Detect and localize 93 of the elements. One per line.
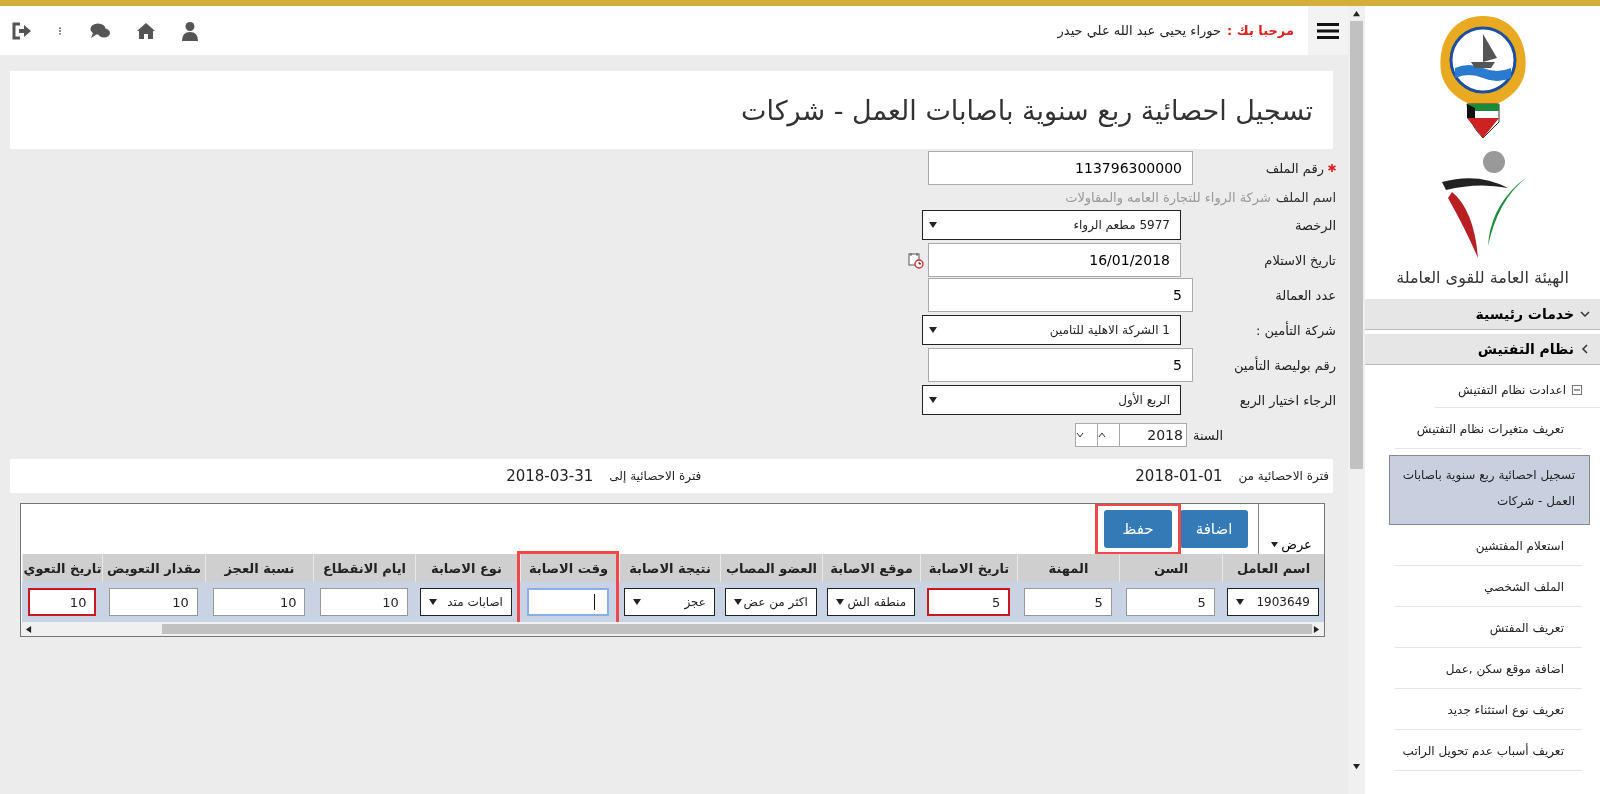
table-input[interactable]: 10	[320, 588, 408, 616]
chevron-down-icon	[1075, 431, 1084, 439]
menu-item[interactable]: تسجيل احصائية ربع سنوية باصابات العمل - شركات	[1389, 455, 1590, 525]
scroll-up-icon	[1353, 10, 1360, 17]
table-input[interactable]	[526, 588, 610, 616]
table-dropdown[interactable]: اصابات متد	[420, 588, 512, 616]
field-label: عدد العمالة	[1274, 287, 1337, 303]
year-spinner[interactable]: 2018	[1074, 423, 1187, 447]
dropdown-caret-icon	[633, 598, 642, 606]
spinner-up-button[interactable]	[1097, 424, 1120, 446]
greeting-label: مرحبا بك :	[1227, 23, 1294, 38]
column-header[interactable]: السن	[1119, 554, 1222, 582]
column-header[interactable]: تاريخ الاصابة	[920, 554, 1017, 582]
menu-item[interactable]: اضافة موقع سكن ,عمل	[1395, 648, 1582, 689]
horizontal-scrollbar[interactable]	[21, 622, 1324, 636]
table-dropdown[interactable]: 1903649	[1227, 588, 1319, 616]
dropdown-caret-icon	[1236, 598, 1245, 606]
dropdown-caret-icon	[929, 221, 937, 229]
table-dropdown[interactable]: عجز	[624, 588, 715, 616]
chevron-icon	[1580, 344, 1590, 354]
field-label: اسم الملف	[1275, 189, 1336, 205]
period-to-value: 2018-03-31	[506, 467, 594, 485]
column-header[interactable]: العضو المصاب	[720, 554, 822, 582]
table-input[interactable]: 10	[212, 588, 306, 616]
text-field[interactable]: 113796300000	[928, 151, 1193, 185]
table-input[interactable]: 10	[109, 588, 198, 616]
column-header[interactable]: وقت الاصابة	[520, 554, 616, 582]
vertical-scrollbar[interactable]	[1348, 6, 1365, 794]
dropdown-caret-icon	[929, 396, 937, 404]
table-dropdown[interactable]: منطقه الش	[826, 588, 916, 616]
menu-item[interactable]: تعريف المفتش	[1395, 607, 1582, 648]
user-icon[interactable]	[180, 20, 200, 41]
page-title: تسجيل احصائية ربع سنوية باصابات العمل - شركات	[10, 71, 1333, 149]
logout-icon[interactable]	[12, 20, 32, 41]
column-header[interactable]: المهنة	[1017, 554, 1119, 582]
date-field[interactable]: 16/01/2018	[928, 243, 1181, 277]
toolbar-button[interactable]: اضافة	[1180, 510, 1248, 548]
organization-name: الهيئة العامة للقوى العاملة	[1396, 268, 1569, 287]
period-from-label: فترة الاحصائية من	[1238, 469, 1329, 483]
dropdown[interactable]: 5977 مطعم الرواء	[922, 210, 1181, 240]
menu-icon	[1317, 21, 1339, 40]
dropdown[interactable]: 1 الشركة الاهلية للتامين	[922, 315, 1181, 345]
collapse-icon[interactable]	[1572, 385, 1582, 395]
table-dropdown[interactable]: اكثر من عض	[725, 588, 817, 616]
dropdown[interactable]: الربع الأول	[922, 385, 1181, 415]
text-field[interactable]: 5	[928, 348, 1193, 382]
period-to-label: فترة الاحصائية إلى	[609, 469, 702, 483]
field-label: الرجاء اختيار الربع	[1238, 392, 1337, 408]
column-header[interactable]: اسم العامل	[1222, 554, 1324, 582]
menu-group[interactable]: اعدادت نظام التفتيش	[1435, 373, 1600, 408]
field-label: الرخصة	[1293, 217, 1337, 233]
file-name-value: شركة الرواء للتجارة العامه والمقاولات	[1065, 189, 1271, 205]
column-header[interactable]: ايام الانقطاع	[313, 554, 415, 582]
scroll-left-icon	[25, 625, 32, 633]
calendar-clock-icon[interactable]	[908, 251, 924, 269]
menu-section[interactable]: نظام التفتيش	[1365, 334, 1600, 365]
column-header[interactable]: نتيجة الاصابة	[619, 554, 720, 582]
menu-item[interactable]: تعريف متغيرات نظام التفتيش	[1395, 408, 1582, 449]
period-from-value: 2018-01-01	[1135, 467, 1223, 485]
menu-item[interactable]: تعريف نوع استثناء جديد	[1395, 689, 1582, 730]
chevron-up-icon	[1097, 431, 1106, 439]
text-field[interactable]: 5	[928, 278, 1193, 312]
home-icon[interactable]	[136, 20, 156, 41]
dropdown-caret-icon	[835, 598, 844, 606]
table-input[interactable]: 10	[27, 588, 97, 616]
field-label: شركة التأمين :	[1254, 322, 1337, 338]
menu-button[interactable]	[1308, 6, 1348, 55]
table-input[interactable]: 5	[926, 588, 1011, 616]
table-input[interactable]: 5	[1126, 588, 1215, 616]
column-header[interactable]: نسبة العجز	[205, 554, 313, 582]
dropdown-caret-icon	[929, 326, 937, 334]
scroll-down-icon	[1353, 763, 1360, 770]
field-label: السنة	[1192, 427, 1223, 443]
caret-icon	[1271, 541, 1279, 548]
required-asterisk-icon	[1328, 163, 1336, 172]
chevron-icon	[1580, 309, 1590, 319]
menu-item[interactable]: استعلام المفتشين	[1395, 525, 1582, 566]
user-name: حوراء يحيى عبد الله علي حيدر	[1057, 23, 1222, 38]
column-header[interactable]: مقدار التعويض	[102, 554, 205, 582]
field-label: رقم الملف	[1193, 160, 1348, 176]
dropdown-caret-icon	[734, 598, 743, 606]
column-header[interactable]: موقع الاصابة	[822, 554, 920, 582]
toolbar-button[interactable]: حفظ	[1104, 510, 1172, 548]
column-header[interactable]: نوع الاصابة	[415, 554, 517, 582]
spinner-down-button[interactable]	[1075, 424, 1098, 446]
menu-section[interactable]: خدمات رئيسية	[1365, 299, 1600, 330]
menu-item[interactable]: الملف الشخصي	[1395, 566, 1582, 607]
field-label: رقم بوليصة التأمين	[1232, 357, 1337, 373]
field-label: تاريخ الاستلام	[1263, 252, 1337, 268]
menu-item[interactable]: تعريف أسباب عدم تحويل الراتب	[1395, 730, 1582, 771]
dropdown-caret-icon	[429, 598, 438, 606]
column-header[interactable]: تاريخ التعوي	[22, 554, 102, 582]
table-input[interactable]: 5	[1024, 588, 1112, 616]
